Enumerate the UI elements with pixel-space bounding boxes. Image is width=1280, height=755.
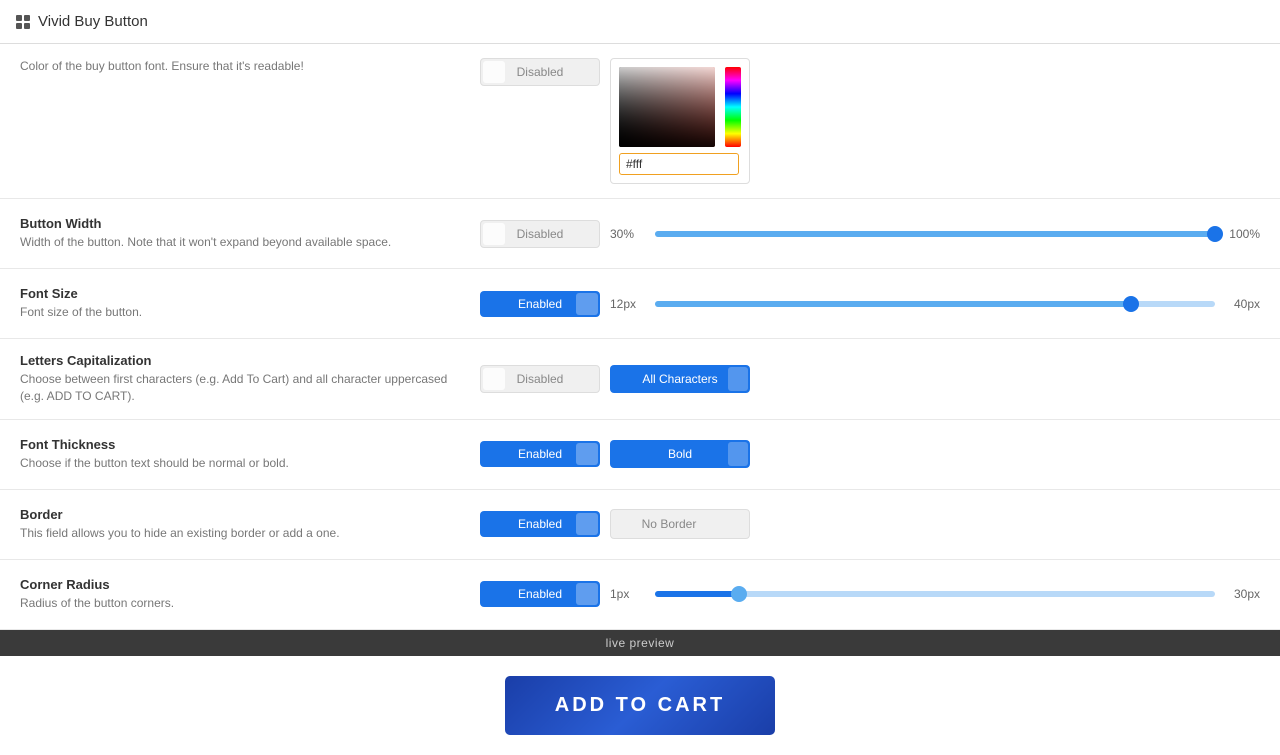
corner-radius-slider-container: 1px 30px <box>610 587 1260 601</box>
setting-row-button-width: Button Width Width of the button. Note t… <box>0 199 1280 269</box>
font-thickness-control: Bold <box>610 440 1260 468</box>
font-thickness-label-col: Font Thickness Choose if the button text… <box>20 437 480 472</box>
setting-row-font-size: Font Size Font size of the button. Enabl… <box>0 269 1280 339</box>
add-to-cart-button[interactable]: ADD TO CART <box>505 676 775 735</box>
border-control: No Border <box>610 509 1260 539</box>
font-thickness-label: Font Thickness <box>20 437 460 452</box>
letters-cap-label-col: Letters Capitalization Choose between fi… <box>20 353 480 405</box>
button-width-toggle[interactable]: Disabled <box>480 220 600 248</box>
button-width-track[interactable] <box>655 231 1215 237</box>
settings-container: Color of the buy button font. Ensure tha… <box>0 44 1280 630</box>
border-toggle[interactable]: Enabled <box>480 511 600 537</box>
font-size-max: 40px <box>1225 297 1260 311</box>
font-size-track[interactable] <box>655 301 1215 307</box>
font-size-label-col: Font Size Font size of the button. <box>20 286 480 321</box>
letters-cap-control: All Characters <box>610 365 1260 393</box>
color-toggle-btn[interactable]: Disabled <box>480 58 600 86</box>
corner-radius-label-col: Corner Radius Radius of the button corne… <box>20 577 480 612</box>
color-picker[interactable] <box>610 58 750 184</box>
border-label: Border <box>20 507 460 522</box>
color-hex-input[interactable] <box>619 153 739 175</box>
font-size-label: Font Size <box>20 286 460 301</box>
font-thickness-toggle[interactable]: Enabled <box>480 441 600 467</box>
border-desc: This field allows you to hide an existin… <box>20 525 460 542</box>
corner-radius-fill <box>655 591 739 597</box>
font-thickness-desc: Choose if the button text should be norm… <box>20 455 460 472</box>
corner-radius-control: 1px 30px <box>610 587 1260 601</box>
setting-row-font-thickness: Font Thickness Choose if the button text… <box>0 420 1280 490</box>
corner-radius-min: 1px <box>610 587 645 601</box>
setting-row-letters-cap: Letters Capitalization Choose between fi… <box>0 339 1280 420</box>
button-width-fill <box>655 231 1215 237</box>
font-size-desc: Font size of the button. <box>20 304 460 321</box>
font-size-slider-container: 12px 40px <box>610 297 1260 311</box>
font-size-min: 12px <box>610 297 645 311</box>
border-segment[interactable]: No Border <box>610 509 750 539</box>
color-toggle-col: Disabled <box>480 58 610 86</box>
border-toggle-col: Enabled <box>480 511 610 537</box>
color-control-col <box>610 58 1260 184</box>
button-width-thumb[interactable] <box>1207 226 1223 242</box>
font-thickness-toggle-col: Enabled <box>480 441 610 467</box>
corner-radius-max: 30px <box>1225 587 1260 601</box>
font-size-control: 12px 40px <box>610 297 1260 311</box>
button-width-max: 100% <box>1225 227 1260 241</box>
app-icon <box>16 15 30 29</box>
button-width-desc: Width of the button. Note that it won't … <box>20 234 460 251</box>
letters-cap-segment[interactable]: All Characters <box>610 365 750 393</box>
font-size-fill <box>655 301 1131 307</box>
live-preview-bar: live preview <box>0 630 1280 656</box>
button-width-toggle-col: Disabled <box>480 220 610 248</box>
live-preview-area: ADD TO CART <box>0 656 1280 755</box>
letters-cap-toggle[interactable]: Disabled <box>480 365 600 393</box>
setting-row-corner-radius: Corner Radius Radius of the button corne… <box>0 560 1280 630</box>
live-preview-label: live preview <box>606 636 675 650</box>
app-title: Vivid Buy Button <box>38 13 148 30</box>
button-width-slider-container: 30% 100% <box>610 227 1260 241</box>
font-size-toggle-col: Enabled <box>480 291 610 317</box>
corner-radius-desc: Radius of the button corners. <box>20 595 460 612</box>
font-thickness-segment[interactable]: Bold <box>610 440 750 468</box>
color-gradient[interactable] <box>619 67 715 147</box>
font-size-toggle[interactable]: Enabled <box>480 291 600 317</box>
letters-cap-label: Letters Capitalization <box>20 353 460 368</box>
letters-cap-toggle-col: Disabled <box>480 365 610 393</box>
corner-radius-toggle[interactable]: Enabled <box>480 581 600 607</box>
top-bar: Vivid Buy Button <box>0 0 1280 44</box>
button-width-label-col: Button Width Width of the button. Note t… <box>20 216 480 251</box>
color-desc: Color of the buy button font. Ensure tha… <box>20 58 460 75</box>
setting-label-col-color: Color of the buy button font. Ensure tha… <box>20 58 480 75</box>
button-width-min: 30% <box>610 227 645 241</box>
color-spectrum[interactable] <box>725 67 741 147</box>
corner-radius-label: Corner Radius <box>20 577 460 592</box>
corner-radius-thumb[interactable] <box>731 586 747 602</box>
corner-radius-toggle-col: Enabled <box>480 581 610 607</box>
setting-row-color: Color of the buy button font. Ensure tha… <box>0 44 1280 199</box>
button-width-control: 30% 100% <box>610 227 1260 241</box>
button-width-label: Button Width <box>20 216 460 231</box>
border-label-col: Border This field allows you to hide an … <box>20 507 480 542</box>
letters-cap-desc: Choose between first characters (e.g. Ad… <box>20 371 460 405</box>
font-size-thumb[interactable] <box>1123 296 1139 312</box>
corner-radius-track[interactable] <box>655 591 1215 597</box>
setting-row-border: Border This field allows you to hide an … <box>0 490 1280 560</box>
